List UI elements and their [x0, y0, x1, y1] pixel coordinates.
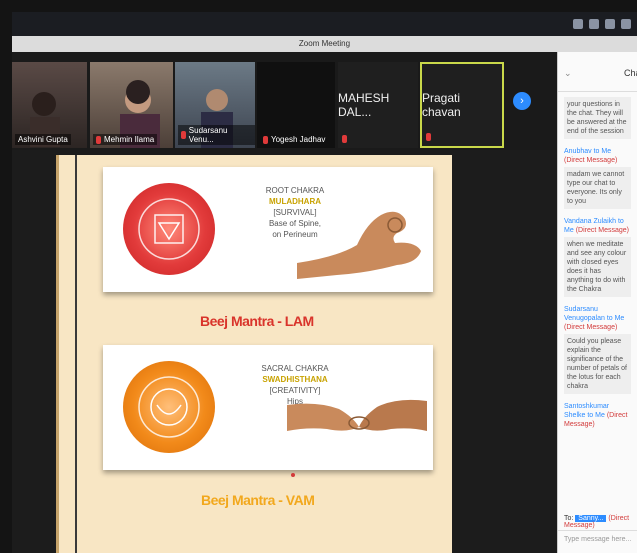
sacral-chakra-symbol: [123, 361, 215, 453]
mic-muted-icon: [181, 131, 186, 139]
mantra-label-2: Beej Mantra - VAM: [201, 492, 315, 508]
recipient-dropdown[interactable]: Sanny...: [575, 515, 607, 522]
chat-message-sender: Vandana Zulaikh to Me (Direct Message): [564, 218, 629, 234]
chat-message: Vandana Zulaikh to Me (Direct Message) w…: [558, 214, 637, 302]
chat-message-text: madam we cannot type our chat to everyon…: [564, 167, 631, 209]
chat-message: Anubhav to Me (Direct Message) madam we …: [558, 144, 637, 214]
video-strip: Ashvini Gupta Mehmin Ilama Sudarsanu Ven…: [12, 52, 557, 150]
chat-message: Santoshkumar Shelke to Me (Direct Messag…: [558, 399, 637, 432]
root-chakra-icon: [138, 198, 200, 260]
participant-name: Mehmin Ilama: [93, 134, 158, 145]
participant-name: Yogesh Jadhav: [260, 134, 328, 145]
chat-message-sender: Anubhav to Me (Direct Message): [564, 148, 618, 164]
slide-divider: [75, 155, 77, 553]
participant-name: Sudarsanu Venu...: [178, 125, 255, 145]
chat-title: Chat: [624, 68, 637, 78]
participant-name: Ashvini Gupta: [15, 134, 71, 145]
chat-message-text: Could you please explain the significanc…: [564, 334, 631, 394]
root-chakra-symbol: [123, 183, 215, 275]
sacral-chakra-card: SACRAL CHAKRA SWADHISTHANA [CREATIVITY] …: [103, 345, 433, 470]
notification-icon[interactable]: [621, 19, 631, 29]
next-page-icon[interactable]: ›: [513, 92, 531, 110]
chat-recipient: To: Sanny... (Direct Message): [558, 512, 637, 532]
chat-header: ⌄ Chat: [558, 52, 637, 92]
chat-panel: ⌄ Chat your questions in the chat. They …: [557, 52, 637, 553]
pointer-dot: [291, 473, 295, 477]
window-title: Zoom Meeting: [12, 36, 637, 52]
mantra-label-1: Beej Mantra - LAM: [200, 313, 314, 329]
chat-message-input[interactable]: Type message here...: [558, 530, 637, 553]
mudra-hand-icon: [297, 211, 421, 279]
chevron-down-icon[interactable]: ⌄: [564, 68, 572, 79]
chat-message-text: your questions in the chat. They will be…: [564, 97, 631, 139]
participant-tile[interactable]: Sudarsanu Venu...: [175, 62, 255, 148]
participant-tile[interactable]: MAHESH DAL...: [338, 62, 418, 148]
chat-message-text: when we meditate and see any colour with…: [564, 237, 631, 297]
shared-slide: ROOT CHAKRA MULADHARA [SURVIVAL] Base of…: [56, 155, 452, 553]
mic-muted-icon: [263, 135, 268, 144]
chat-message-sender: Sudarsanu Venugopalan to Me (Direct Mess…: [564, 306, 625, 331]
participant-tile[interactable]: Mehmin Ilama: [90, 62, 173, 148]
mudra-hands-icon: [287, 399, 427, 431]
mic-muted-icon: [426, 133, 431, 141]
chat-to-label: To:: [564, 515, 574, 522]
battery-icon[interactable]: [605, 19, 615, 29]
mic-muted-icon: [342, 135, 347, 143]
participant-name: Pragati chavan: [422, 91, 461, 119]
participant-name: MAHESH DAL...: [338, 91, 390, 119]
participant-tile[interactable]: Yogesh Jadhav: [257, 62, 335, 148]
participant-tile-active-speaker[interactable]: Pragati chavan: [420, 62, 504, 148]
chat-message: your questions in the chat. They will be…: [558, 92, 637, 144]
volume-icon[interactable]: [589, 19, 599, 29]
mic-muted-icon: [96, 135, 101, 144]
chat-message-sender: Santoshkumar Shelke to Me (Direct Messag…: [564, 403, 628, 428]
participant-tile[interactable]: Ashvini Gupta: [12, 62, 87, 148]
root-chakra-card: ROOT CHAKRA MULADHARA [SURVIVAL] Base of…: [103, 167, 433, 292]
chat-message: Sudarsanu Venugopalan to Me (Direct Mess…: [558, 302, 637, 399]
system-taskbar: [12, 12, 637, 36]
network-icon[interactable]: [573, 19, 583, 29]
sacral-chakra-icon: [138, 376, 200, 438]
